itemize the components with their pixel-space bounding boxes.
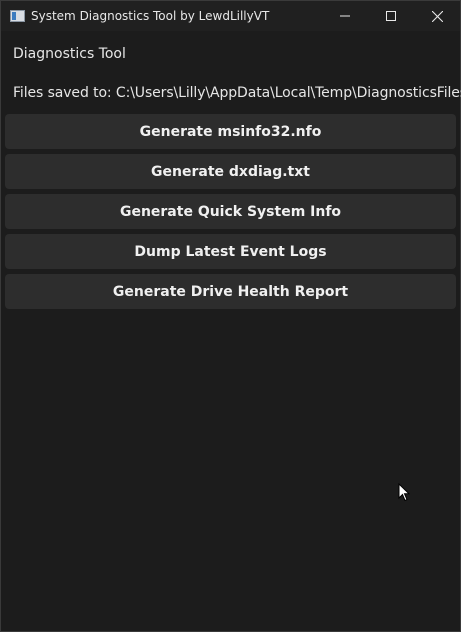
close-icon: [431, 10, 443, 22]
app-window: System Diagnostics Tool by LewdLillyVT D…: [0, 0, 461, 632]
generate-drive-health-button[interactable]: Generate Drive Health Report: [5, 274, 456, 309]
mouse-cursor-icon: [398, 483, 410, 502]
generate-msinfo-button[interactable]: Generate msinfo32.nfo: [5, 114, 456, 149]
generate-quick-system-info-button[interactable]: Generate Quick System Info: [5, 194, 456, 229]
minimize-button[interactable]: [322, 1, 368, 31]
window-controls: [322, 1, 460, 31]
heading-label: Diagnostics Tool: [13, 46, 126, 62]
close-button[interactable]: [414, 1, 460, 31]
minimize-icon: [340, 15, 350, 17]
generate-dxdiag-button[interactable]: Generate dxdiag.txt: [5, 154, 456, 189]
title-bar[interactable]: System Diagnostics Tool by LewdLillyVT: [1, 1, 460, 31]
maximize-icon: [386, 11, 396, 21]
main-content: Diagnostics Tool Files saved to: C:\User…: [1, 45, 461, 309]
window-title: System Diagnostics Tool by LewdLillyVT: [31, 9, 270, 23]
dump-event-logs-button[interactable]: Dump Latest Event Logs: [5, 234, 456, 269]
action-button-list: Generate msinfo32.nfo Generate dxdiag.tx…: [5, 114, 456, 309]
maximize-button[interactable]: [368, 1, 414, 31]
save-path-label: Files saved to: C:\Users\Lilly\AppData\L…: [13, 85, 461, 101]
app-icon: [10, 10, 25, 22]
